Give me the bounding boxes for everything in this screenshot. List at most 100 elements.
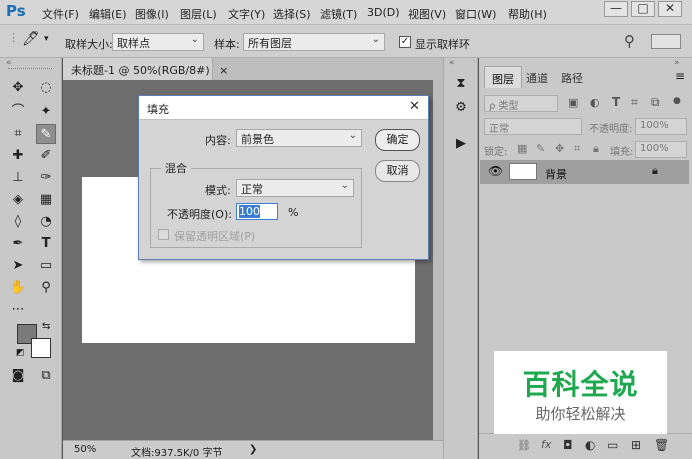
- fill-input[interactable]: 100%: [635, 141, 687, 158]
- menu-window[interactable]: 窗口(W): [455, 6, 496, 22]
- healing-brush-tool-icon[interactable]: ✚: [8, 146, 28, 166]
- filter-kind-select[interactable]: ρ 类型: [484, 95, 558, 112]
- new-layer-icon[interactable]: ⊞: [631, 438, 641, 452]
- history-panel-icon[interactable]: ⧗: [451, 74, 471, 94]
- search-icon[interactable]: ⚲: [624, 32, 635, 50]
- tab-close-icon[interactable]: ×: [219, 64, 228, 77]
- panel-menu-icon[interactable]: ≡: [675, 69, 685, 83]
- collapsed-panels: « ⧗ ⚙ ▶: [443, 58, 478, 459]
- lock-all-icon[interactable]: 🔒︎: [593, 142, 599, 156]
- tab-channels[interactable]: 通道: [519, 66, 555, 88]
- maximize-button[interactable]: □: [631, 1, 655, 17]
- adjustment-layer-icon[interactable]: ◐: [585, 438, 595, 452]
- new-group-icon[interactable]: ▭: [607, 438, 618, 452]
- layer-name[interactable]: 背景: [545, 166, 567, 182]
- menu-type[interactable]: 文字(Y): [228, 6, 265, 22]
- zoom-tool-icon[interactable]: ⚲: [36, 278, 56, 298]
- pen-tool-icon[interactable]: ✒: [8, 234, 28, 254]
- menu-view[interactable]: 视图(V): [408, 6, 446, 22]
- lock-transparent-icon[interactable]: ▦: [517, 142, 527, 155]
- expand-icon[interactable]: «: [449, 58, 455, 68]
- link-layers-icon[interactable]: ⛓: [517, 439, 531, 452]
- history-brush-tool-icon[interactable]: ✑: [36, 168, 56, 188]
- lock-pixels-icon[interactable]: ✎: [536, 142, 545, 155]
- type-tool-icon[interactable]: T: [36, 234, 56, 254]
- chevron-down-icon: ⌄: [190, 34, 199, 45]
- dialog-title-bar: 填充 ✕: [139, 96, 428, 120]
- contents-select[interactable]: 前景色 ⌄: [236, 129, 362, 147]
- fx-icon[interactable]: fx: [541, 438, 551, 451]
- show-ring-checkbox[interactable]: ✓: [399, 36, 411, 48]
- swap-colors-icon[interactable]: ⇆: [42, 321, 50, 332]
- dialog-close-icon[interactable]: ✕: [409, 99, 420, 114]
- rectangle-tool-icon[interactable]: ▭: [36, 256, 56, 276]
- dodge-tool-icon[interactable]: ◔: [36, 212, 56, 232]
- filter-smart-icon[interactable]: ⧉: [651, 95, 660, 110]
- app-logo: Ps: [6, 2, 26, 20]
- fill-value: 100%: [640, 143, 669, 154]
- gradient-tool-icon[interactable]: ▦: [36, 190, 56, 210]
- filter-adjust-icon[interactable]: ◐: [590, 96, 600, 109]
- filter-pixel-icon[interactable]: ▣: [568, 96, 578, 109]
- layer-opacity-input[interactable]: 100%: [635, 118, 687, 135]
- zoom-level[interactable]: 50%: [74, 444, 96, 455]
- actions-play-icon[interactable]: ▶: [451, 134, 471, 154]
- menu-3d[interactable]: 3D(D): [367, 6, 400, 19]
- ok-button[interactable]: 确定: [375, 129, 420, 151]
- tab-paths[interactable]: 路径: [554, 66, 590, 88]
- status-menu-icon[interactable]: ❯: [249, 444, 257, 455]
- add-mask-icon[interactable]: ◘: [563, 438, 573, 452]
- more-tools-icon[interactable]: ⋯: [8, 300, 28, 320]
- properties-panel-icon[interactable]: ⚙: [451, 98, 471, 118]
- brush-tool-icon[interactable]: ✐: [36, 146, 56, 166]
- close-button[interactable]: ✕: [658, 1, 682, 17]
- marquee-tool-icon[interactable]: ◌: [36, 78, 56, 98]
- path-selection-tool-icon[interactable]: ➤: [8, 256, 28, 276]
- delete-layer-icon[interactable]: 🗑︎: [654, 438, 669, 452]
- eye-icon[interactable]: 👁︎: [488, 164, 503, 178]
- menu-image[interactable]: 图像(I): [135, 6, 169, 22]
- screen-mode-icon[interactable]: ⧉: [36, 366, 56, 386]
- filter-type-icon[interactable]: T: [612, 95, 620, 109]
- filter-shape-icon[interactable]: ⌗: [631, 95, 638, 110]
- vertical-scrollbar[interactable]: [433, 80, 443, 440]
- magic-wand-tool-icon[interactable]: ✦: [36, 102, 56, 122]
- mode-label: 模式:: [205, 184, 231, 197]
- menu-filter[interactable]: 滤镜(T): [320, 6, 357, 22]
- collapse-icon[interactable]: «: [6, 58, 12, 68]
- background-color-swatch[interactable]: [31, 338, 51, 358]
- filter-toggle-icon[interactable]: ●: [673, 96, 681, 106]
- menu-help[interactable]: 帮助(H): [508, 6, 547, 22]
- minimize-button[interactable]: —: [604, 1, 628, 17]
- quick-mask-icon[interactable]: ◙: [8, 366, 28, 386]
- sample-select[interactable]: 所有图层 ⌄: [243, 33, 385, 51]
- chevron-down-icon: ⌄: [340, 180, 349, 191]
- lock-position-icon[interactable]: ✥: [555, 142, 564, 155]
- eyedropper-icon[interactable]: 🖊: [22, 31, 40, 47]
- eyedropper-tool-icon[interactable]: ✎: [36, 124, 56, 144]
- lock-artboard-icon[interactable]: ⌗: [574, 142, 580, 156]
- tab-layers[interactable]: 图层: [484, 66, 522, 88]
- move-tool-icon[interactable]: ✥: [8, 78, 28, 98]
- panel-collapse-icon[interactable]: »: [674, 58, 680, 68]
- tool-preset-arrow-icon[interactable]: ▾: [44, 34, 49, 44]
- hand-tool-icon[interactable]: ✋: [8, 278, 28, 298]
- menu-file[interactable]: 文件(F): [42, 6, 79, 22]
- blur-tool-icon[interactable]: ◊: [8, 212, 28, 232]
- menu-select[interactable]: 选择(S): [273, 6, 311, 22]
- eraser-tool-icon[interactable]: ◈: [8, 190, 28, 210]
- preserve-transparency-checkbox[interactable]: [158, 229, 169, 240]
- mode-select[interactable]: 正常 ⌄: [236, 179, 354, 197]
- default-colors-icon[interactable]: ◩: [16, 348, 25, 358]
- lasso-tool-icon[interactable]: ⌒: [8, 102, 28, 122]
- document-tab[interactable]: 未标题-1 @ 50%(RGB/8#) ×: [63, 58, 228, 80]
- sample-size-select[interactable]: 取样点 ⌄: [112, 33, 204, 51]
- menu-edit[interactable]: 编辑(E): [89, 6, 127, 22]
- clone-stamp-tool-icon[interactable]: ⊥: [8, 168, 28, 188]
- cancel-button[interactable]: 取消: [375, 160, 420, 182]
- blend-mode-select[interactable]: 正常: [484, 118, 582, 135]
- workspace-switcher[interactable]: [651, 34, 681, 49]
- opacity-input[interactable]: 100: [236, 203, 278, 220]
- crop-tool-icon[interactable]: ⌗: [8, 124, 28, 144]
- menu-layer[interactable]: 图层(L): [180, 6, 217, 22]
